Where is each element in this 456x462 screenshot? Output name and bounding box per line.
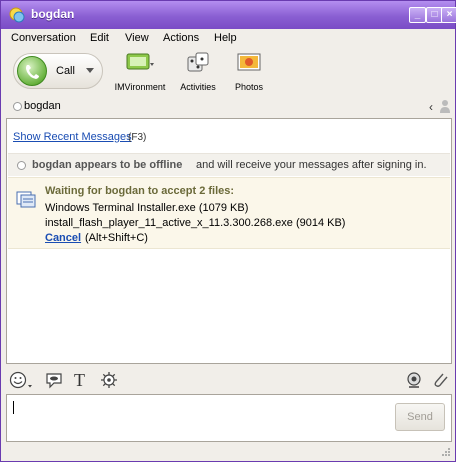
contact-row: bogdan ‹ [1, 99, 455, 115]
title-bar[interactable]: bogdan _ □ × [1, 1, 456, 29]
transfer-title: Waiting for bogdan to accept 2 files: [45, 185, 235, 197]
offline-notice-text: and will receive your messages after sig… [196, 159, 427, 171]
menu-edit[interactable]: Edit [90, 32, 109, 44]
file-transfer-icon [16, 191, 36, 208]
transfer-file: install_flash_player_11_active_x_11.3.30… [45, 217, 346, 229]
minimize-button[interactable]: _ [409, 7, 426, 23]
menu-conversation[interactable]: Conversation [11, 32, 76, 44]
photos-label: Photos [234, 82, 264, 92]
text-caret [13, 401, 14, 414]
window-title: bogdan [31, 7, 75, 21]
call-label: Call [56, 65, 75, 77]
send-button[interactable]: Send [395, 403, 445, 431]
menu-actions[interactable]: Actions [163, 32, 199, 44]
file-transfer-notice: Waiting for bogdan to accept 2 files: Wi… [8, 177, 450, 249]
menu-bar: Conversation Edit View Actions Help [1, 29, 455, 49]
emoticon-icon[interactable] [9, 371, 33, 389]
phone-icon [17, 56, 47, 86]
activities-icon [187, 52, 209, 72]
menu-help[interactable]: Help [214, 32, 237, 44]
toolbar: Call IMVironment Activities Photos [1, 49, 455, 99]
close-button[interactable]: × [441, 7, 456, 23]
transfer-file: Windows Terminal Installer.exe (1079 KB) [45, 202, 249, 214]
offline-notice: bogdan appears to be offline and will re… [8, 154, 450, 176]
cancel-shortcut: (Alt+Shift+C) [85, 232, 148, 244]
attach-icon[interactable] [431, 371, 449, 389]
conversation-pane[interactable]: Show Recent Messages (F3) bogdan appears… [6, 118, 452, 364]
imvironment-icon [126, 53, 154, 70]
photos-icon [237, 53, 261, 71]
offline-notice-bold: bogdan appears to be offline [32, 159, 183, 171]
collapse-arrow-icon[interactable]: ‹ [429, 100, 433, 114]
contact-icon[interactable] [439, 99, 451, 114]
offline-status-icon [17, 161, 26, 170]
webcam-icon[interactable] [405, 371, 423, 389]
call-button[interactable]: Call [13, 53, 103, 89]
menu-view[interactable]: View [125, 32, 149, 44]
text-format-icon[interactable]: T [74, 371, 92, 389]
format-bar: T [1, 365, 455, 393]
messenger-window: bogdan _ □ × Conversation Edit View Acti… [0, 0, 456, 462]
message-input[interactable]: Send [6, 394, 452, 442]
recent-shortcut: (F3) [128, 132, 147, 143]
activities-button[interactable]: Activities [177, 51, 219, 92]
audible-icon[interactable] [45, 371, 63, 389]
contact-name[interactable]: bogdan [24, 100, 61, 112]
settings-icon[interactable] [100, 371, 118, 389]
show-recent-messages-link[interactable]: Show Recent Messages [13, 131, 132, 143]
activities-label: Activities [180, 82, 216, 92]
resize-grip-icon[interactable] [441, 447, 451, 457]
imvironment-button[interactable]: IMVironment [113, 51, 167, 92]
imvironment-label: IMVironment [114, 82, 166, 92]
call-dropdown-icon[interactable] [86, 68, 94, 73]
offline-status-icon [13, 102, 22, 111]
cancel-transfer-link[interactable]: Cancel [45, 232, 81, 244]
messenger-logo-icon [9, 7, 25, 23]
photos-button[interactable]: Photos [229, 51, 269, 92]
